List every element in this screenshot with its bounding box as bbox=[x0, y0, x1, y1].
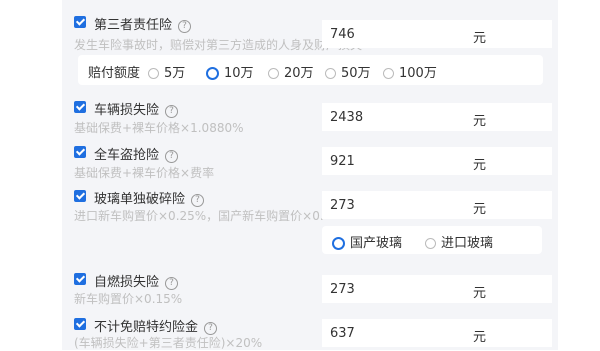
premium-value: 637 bbox=[330, 326, 355, 341]
checkbox-vehicle-damage[interactable] bbox=[74, 101, 86, 113]
option-50w[interactable]: 50万 bbox=[325, 62, 371, 81]
unit-label: 元 bbox=[473, 114, 487, 129]
premium-value: 2438 bbox=[330, 110, 364, 125]
option-20w[interactable]: 20万 bbox=[268, 62, 314, 81]
option-5w[interactable]: 5万 bbox=[148, 62, 185, 81]
glass-options: 国产玻璃 进口玻璃 bbox=[322, 226, 542, 254]
item-name: 车辆损失险? bbox=[94, 99, 179, 118]
help-icon[interactable]: ? bbox=[191, 194, 205, 207]
help-icon[interactable]: ? bbox=[165, 277, 179, 290]
radio-icon bbox=[148, 68, 159, 79]
checkbox-self-ignition[interactable] bbox=[74, 273, 86, 285]
help-icon[interactable]: ? bbox=[178, 20, 192, 33]
radio-icon bbox=[268, 68, 279, 79]
checkbox-glass[interactable] bbox=[74, 190, 86, 202]
item-name: 全车盗抢险? bbox=[94, 144, 179, 163]
unit-label: 元 bbox=[473, 330, 487, 345]
unit-label: 元 bbox=[473, 31, 487, 46]
option-10w[interactable]: 10万 bbox=[206, 62, 254, 81]
option-imported-glass[interactable]: 进口玻璃 bbox=[425, 232, 493, 251]
premium-value: 921 bbox=[330, 154, 355, 169]
radio-icon bbox=[325, 68, 336, 79]
checkbox-deductible-waiver[interactable] bbox=[74, 318, 86, 330]
unit-label: 元 bbox=[473, 286, 487, 301]
item-desc: 新车购置价×0.15% bbox=[74, 292, 183, 306]
radio-icon bbox=[425, 238, 436, 249]
option-100w[interactable]: 100万 bbox=[383, 62, 437, 81]
item-name: 不计免赔特约险金? bbox=[94, 316, 218, 335]
item-desc: 进口新车购置价×0.25%，国产新车购置价×0.15% bbox=[74, 209, 324, 223]
checkbox-theft[interactable] bbox=[74, 146, 86, 158]
premium-value: 273 bbox=[330, 198, 355, 213]
checkbox-third-party[interactable] bbox=[74, 16, 86, 28]
unit-label: 元 bbox=[473, 158, 487, 173]
item-desc: 基础保费+裸车价格×1.0880% bbox=[74, 121, 244, 135]
option-domestic-glass[interactable]: 国产玻璃 bbox=[332, 232, 402, 251]
item-name: 第三者责任险? bbox=[94, 14, 192, 33]
item-desc: (车辆损失险+第三者责任险)×20% bbox=[74, 336, 263, 350]
radio-icon bbox=[383, 68, 394, 79]
unit-label: 元 bbox=[473, 202, 487, 217]
value-field[interactable] bbox=[322, 20, 552, 48]
item-name: 自燃损失险? bbox=[94, 271, 179, 290]
value-field[interactable] bbox=[322, 275, 552, 303]
item-desc: 发生车险事故时，赔偿对第三方造成的人身及财产损失 bbox=[74, 38, 363, 52]
liability-options: 赔付额度 5万 10万 20万 50万 100万 bbox=[78, 55, 543, 85]
value-field[interactable] bbox=[322, 191, 552, 219]
liability-label: 赔付额度 bbox=[88, 66, 141, 81]
value-field[interactable] bbox=[322, 319, 552, 347]
help-icon[interactable]: ? bbox=[165, 105, 179, 118]
help-icon[interactable]: ? bbox=[165, 150, 179, 163]
item-name: 玻璃单独破碎险? bbox=[94, 188, 205, 207]
item-desc: 基础保费+裸车价格×费率 bbox=[74, 166, 215, 180]
radio-selected-icon bbox=[206, 67, 219, 80]
value-field[interactable] bbox=[322, 147, 552, 175]
radio-selected-icon bbox=[332, 237, 345, 250]
premium-value: 746 bbox=[330, 27, 355, 42]
premium-value: 273 bbox=[330, 282, 355, 297]
